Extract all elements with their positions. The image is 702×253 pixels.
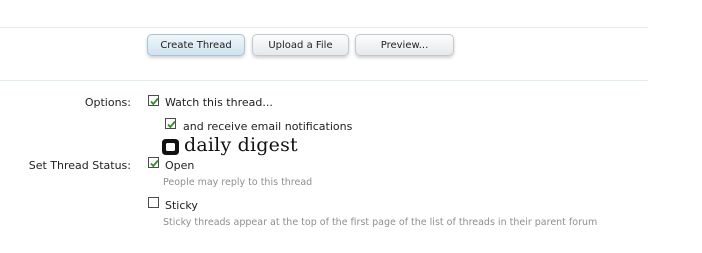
sticky-hint: Sticky threads appear at the top of the … (163, 217, 598, 228)
top-divider (0, 27, 648, 28)
checkmark-icon (150, 97, 159, 106)
sticky-label[interactable]: Sticky (165, 199, 198, 212)
open-checkbox[interactable] (148, 157, 159, 168)
email-notifications-label[interactable]: and receive email notifications (183, 120, 352, 133)
open-hint: People may reply to this thread (163, 177, 313, 188)
create-thread-button[interactable]: Create Thread (147, 34, 245, 56)
digest-logo-icon (162, 139, 179, 155)
options-label: Options: (84, 96, 131, 109)
checkmark-icon (150, 159, 159, 168)
open-label[interactable]: Open (165, 159, 194, 172)
watermark-text: daily digest (184, 134, 298, 156)
upload-file-button[interactable]: Upload a File (252, 34, 349, 56)
preview-button[interactable]: Preview... (355, 34, 454, 56)
checkmark-icon (167, 120, 176, 129)
sticky-checkbox[interactable] (148, 197, 159, 208)
email-notifications-checkbox[interactable] (165, 118, 176, 129)
watch-thread-label[interactable]: Watch this thread... (165, 96, 273, 109)
watch-thread-checkbox[interactable] (148, 95, 159, 106)
buttons-divider (0, 80, 648, 81)
thread-status-label: Set Thread Status: (28, 159, 131, 172)
